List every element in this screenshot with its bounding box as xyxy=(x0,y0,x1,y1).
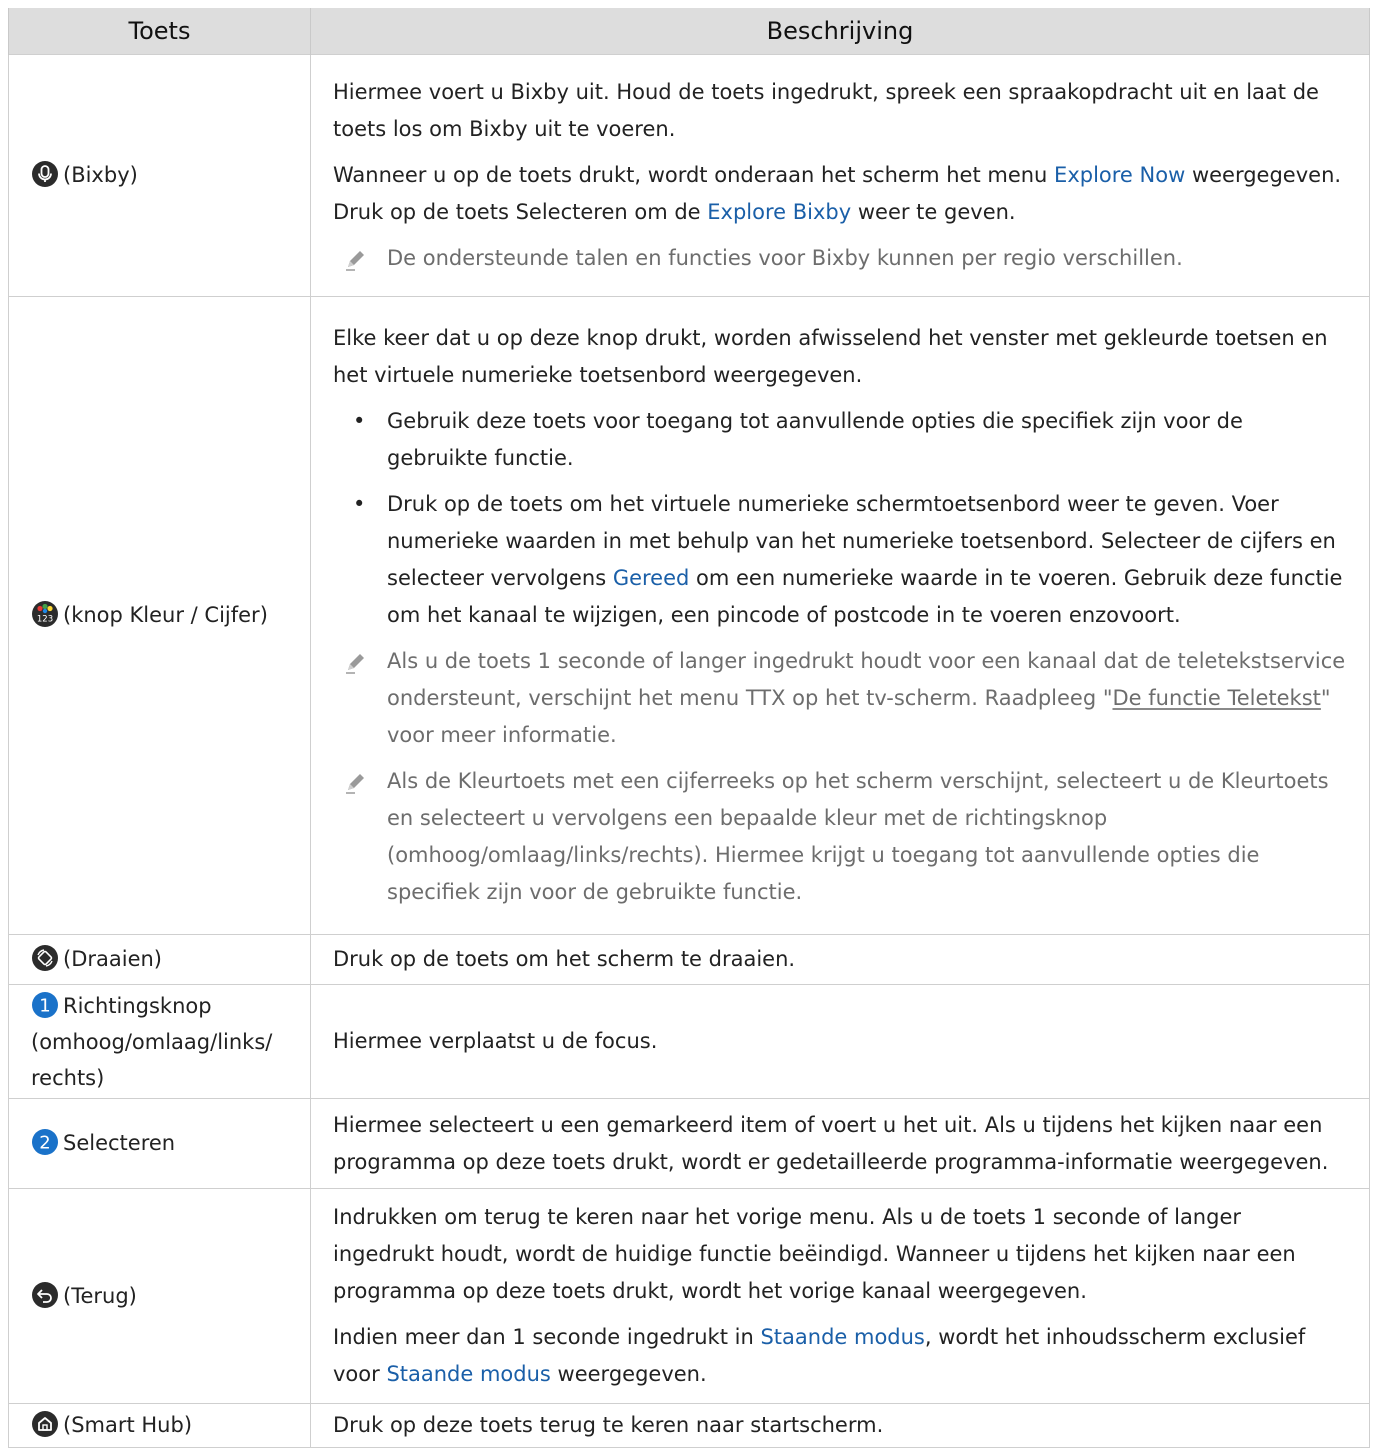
column-header-beschrijving: Beschrijving xyxy=(310,8,1370,55)
table-row-bixby: (Bixby) Hiermee voert u Bixby uit. Houd … xyxy=(8,54,1370,297)
table-row-rotate: (Draaien) Druk op de toets om het scherm… xyxy=(8,934,1370,985)
text-span: weergegeven. xyxy=(550,1362,707,1386)
table-header-row: Toets Beschrijving xyxy=(8,8,1370,55)
pencil-icon xyxy=(346,251,364,271)
bullet-list: Gebruik deze toets voor toegang tot aanv… xyxy=(333,403,1347,634)
key-cell-bixby: (Bixby) xyxy=(8,54,311,297)
key-label-color-number: (knop Kleur / Cijfer) xyxy=(63,603,268,627)
key-cell-color-number: 123 (knop Kleur / Cijfer) xyxy=(8,296,311,935)
note-text: De ondersteunde talen en functies voor B… xyxy=(387,246,1183,270)
desc-cell-direction: Hiermee verplaatst u de focus. xyxy=(310,984,1370,1099)
key-label-select: Selecteren xyxy=(63,1131,176,1155)
svg-text:2: 2 xyxy=(39,1133,50,1154)
key-label-home: (Smart Hub) xyxy=(63,1413,193,1437)
desc-cell-select: Hiermee selecteert u een gemarkeerd item… xyxy=(310,1098,1370,1189)
key-label-bixby: (Bixby) xyxy=(63,163,138,187)
table-row-direction: 1 Richtingsknop (omhoog/omlaag/links/ re… xyxy=(8,984,1370,1099)
pencil-icon xyxy=(346,774,364,794)
key-label-back: (Terug) xyxy=(63,1283,137,1308)
desc-paragraph: Indien meer dan 1 seconde ingedrukt in S… xyxy=(333,1319,1347,1393)
home-icon xyxy=(31,1410,59,1438)
svg-text:1: 1 xyxy=(39,995,50,1016)
desc-cell-color-number: Elke keer dat u op deze knop drukt, word… xyxy=(310,296,1370,935)
gereed-link[interactable]: Gereed xyxy=(613,566,690,590)
table-row-color-number: 123 (knop Kleur / Cijfer) Elke keer dat … xyxy=(8,296,1370,935)
table-row-select: 2 Selecteren Hiermee selecteert u een ge… xyxy=(8,1098,1370,1189)
staande-modus-link[interactable]: Staande modus xyxy=(386,1362,550,1386)
microphone-icon xyxy=(31,160,59,188)
note-text: Als de Kleurtoets met een cijferreeks op… xyxy=(387,769,1329,904)
svg-text:123: 123 xyxy=(37,615,53,625)
key-cell-select: 2 Selecteren xyxy=(8,1098,311,1189)
bullet-item: Druk op de toets om het virtuele numerie… xyxy=(333,486,1347,634)
key-label-direction: Richtingsknop (omhoog/omlaag/links/ rech… xyxy=(31,993,273,1090)
desc-cell-home: Druk op deze toets terug te keren naar s… xyxy=(310,1403,1370,1448)
bullet-item: Gebruik deze toets voor toegang tot aanv… xyxy=(333,403,1347,477)
back-arrow-icon xyxy=(31,1281,59,1309)
number-2-icon: 2 xyxy=(31,1128,59,1156)
number-1-icon: 1 xyxy=(31,991,59,1019)
explore-bixby-link[interactable]: Explore Bixby xyxy=(707,200,851,224)
explore-now-link[interactable]: Explore Now xyxy=(1054,163,1185,187)
desc-paragraph: Indrukken om terug te keren naar het vor… xyxy=(333,1205,1296,1303)
note: De ondersteunde talen en functies voor B… xyxy=(333,240,1347,277)
key-cell-rotate: (Draaien) xyxy=(8,934,311,985)
key-cell-direction: 1 Richtingsknop (omhoog/omlaag/links/ re… xyxy=(8,984,311,1099)
text-span: weer te geven. xyxy=(851,200,1016,224)
key-cell-home: (Smart Hub) xyxy=(8,1403,311,1448)
column-header-toets: Toets xyxy=(8,8,311,55)
desc-paragraph: Elke keer dat u op deze knop drukt, word… xyxy=(333,326,1328,387)
pencil-icon xyxy=(346,654,364,674)
note: Als u de toets 1 seconde of langer inged… xyxy=(333,643,1347,754)
table-row-back: (Terug) Indrukken om terug te keren naar… xyxy=(8,1188,1370,1404)
desc-paragraph: Hiermee voert u Bixby uit. Houd de toets… xyxy=(333,80,1319,141)
desc-cell-bixby: Hiermee voert u Bixby uit. Houd de toets… xyxy=(310,54,1370,297)
desc-paragraph: Wanneer u op de toets drukt, wordt onder… xyxy=(333,157,1347,231)
text-span: Indien meer dan 1 seconde ingedrukt in xyxy=(333,1325,761,1349)
color-123-icon: 123 xyxy=(31,600,59,628)
remote-keys-table: Toets Beschrijving (Bixby) Hiermee voert… xyxy=(8,8,1370,1448)
rotate-icon xyxy=(31,944,59,972)
key-label-rotate: (Draaien) xyxy=(63,947,162,971)
table-row-home: (Smart Hub) Druk op deze toets terug te … xyxy=(8,1403,1370,1448)
text-span: Wanneer u op de toets drukt, wordt onder… xyxy=(333,163,1055,187)
desc-cell-back: Indrukken om terug te keren naar het vor… xyxy=(310,1188,1370,1404)
teletekst-link[interactable]: De functie Teletekst xyxy=(1112,686,1320,710)
desc-cell-rotate: Druk op de toets om het scherm te draaie… xyxy=(310,934,1370,985)
staande-modus-link[interactable]: Staande modus xyxy=(760,1325,924,1349)
note: Als de Kleurtoets met een cijferreeks op… xyxy=(333,763,1347,911)
key-cell-back: (Terug) xyxy=(8,1188,311,1404)
